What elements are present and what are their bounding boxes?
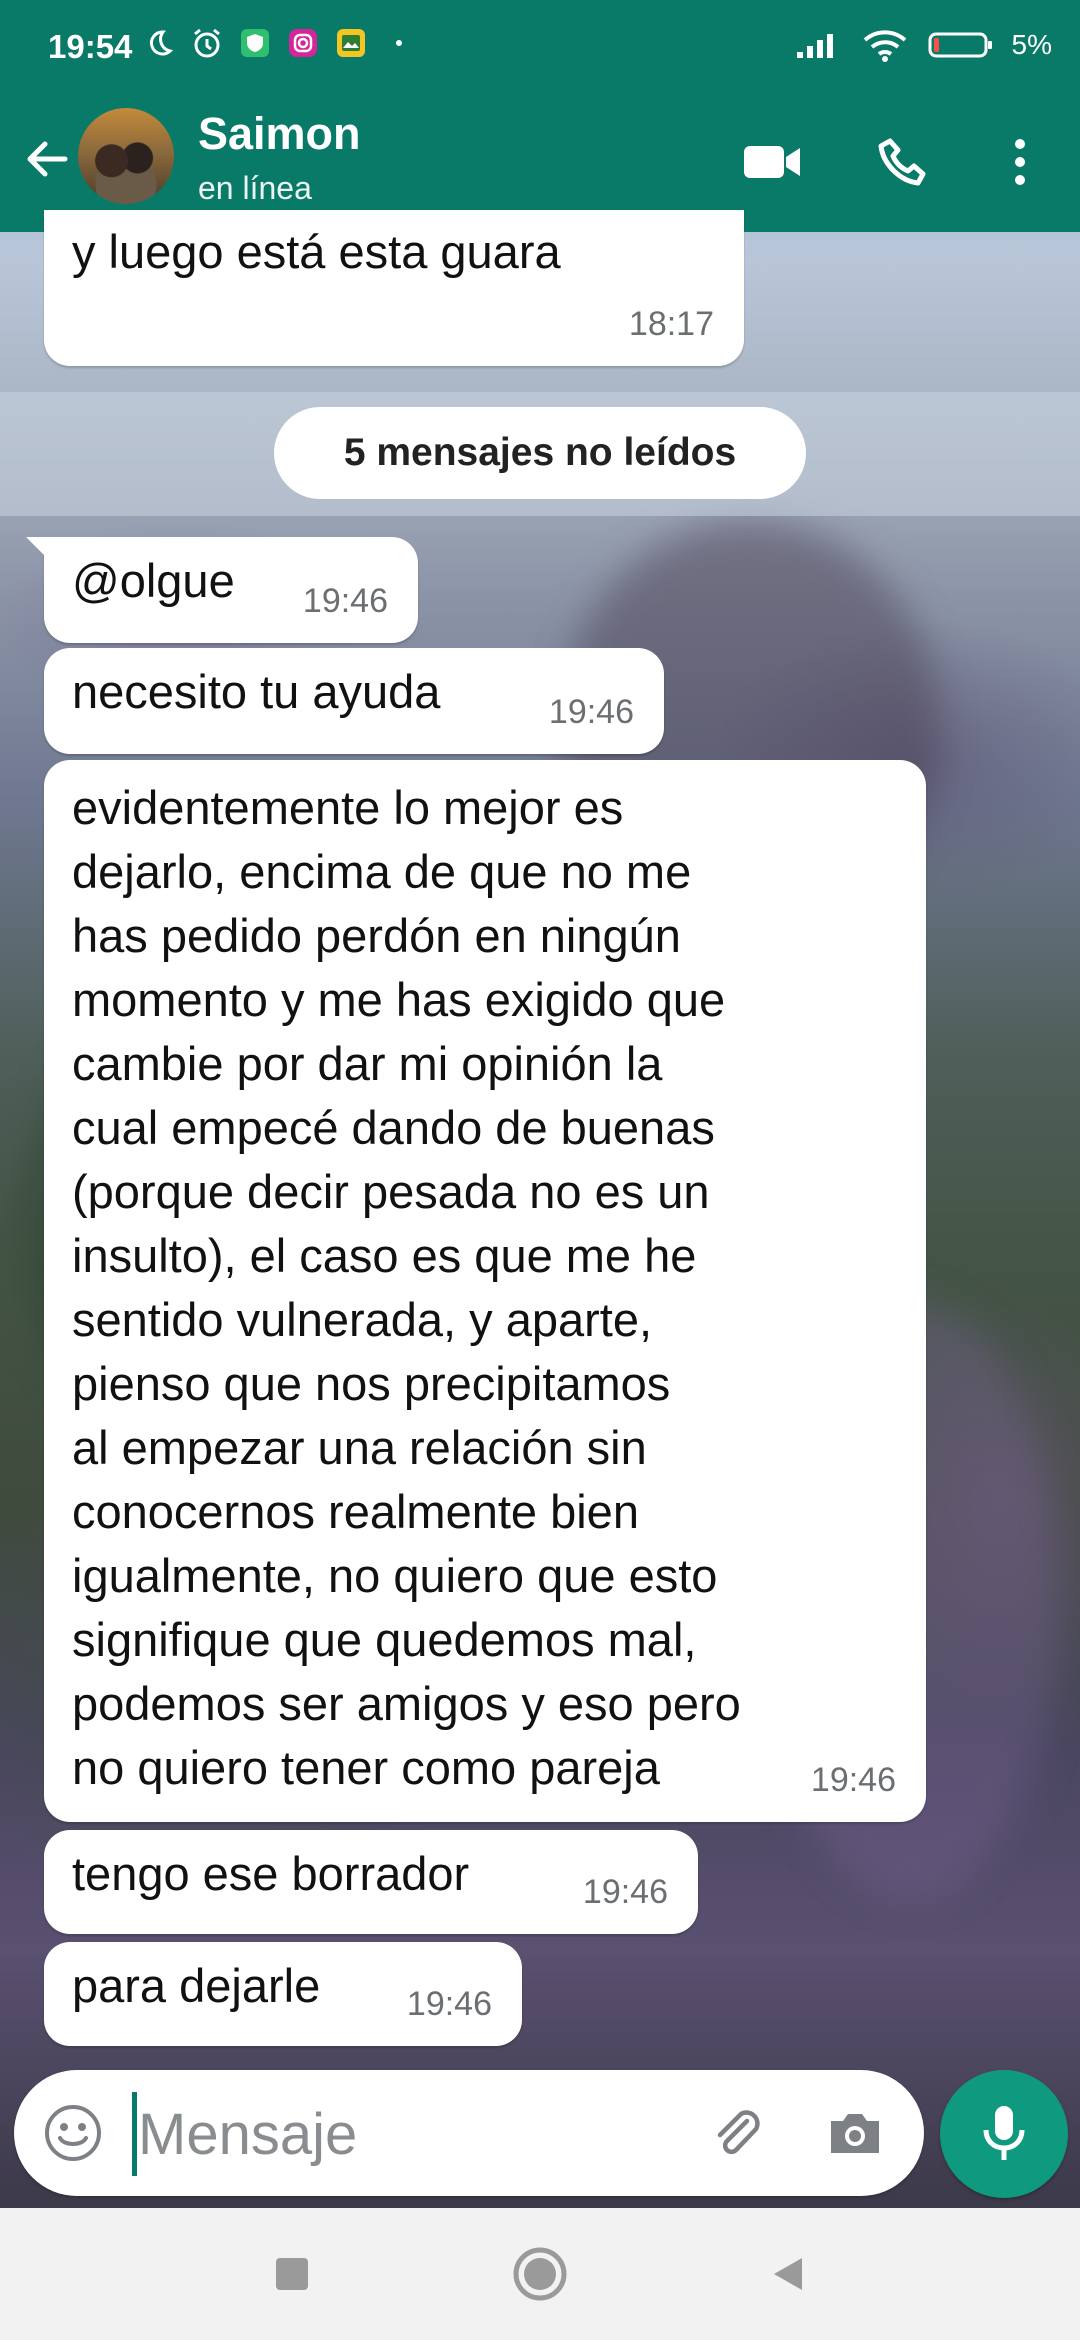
- message-bubble[interactable]: para dejarle 19:46: [44, 1942, 522, 2046]
- attach-icon: [717, 2110, 760, 2155]
- contact-name[interactable]: Saimon: [198, 108, 361, 160]
- message-bubble[interactable]: @olgue 19:46: [26, 537, 418, 643]
- recents-button[interactable]: [256, 2238, 328, 2310]
- back-triangle-icon: [774, 2258, 802, 2290]
- battery-icon: [926, 28, 996, 62]
- message-bubble[interactable]: necesito tu ayuda 19:46: [44, 648, 664, 754]
- battery-percent: 5%: [1011, 29, 1052, 60]
- status-bar: 19:54 5%: [0, 0, 1080, 98]
- phone-icon: [878, 138, 926, 186]
- message-time: 18:17: [628, 305, 714, 343]
- message-time: 19:46: [548, 693, 634, 731]
- message-time: 19:46: [810, 1761, 896, 1799]
- message-input[interactable]: [136, 2090, 700, 2178]
- video-call-button[interactable]: [736, 126, 808, 198]
- camera-icon: [831, 2114, 879, 2153]
- back-button[interactable]: [14, 126, 80, 192]
- voice-message-button[interactable]: [940, 2070, 1068, 2198]
- more-options-button[interactable]: [984, 126, 1056, 198]
- more-vert-icon: [1015, 139, 1025, 185]
- back-arrow-icon: [27, 141, 68, 177]
- message-time: 19:46: [582, 1873, 668, 1911]
- message-text: evidentemente lo mejor es dejarlo, encim…: [72, 781, 741, 1794]
- phone-call-button[interactable]: [866, 126, 938, 198]
- message-time: 19:46: [406, 1985, 492, 2023]
- message-text: y luego está esta guara: [72, 225, 561, 278]
- unread-divider: 5 mensajes no leídos: [274, 407, 806, 499]
- message-composer: [14, 2070, 924, 2196]
- video-call-icon: [744, 146, 800, 178]
- system-nav-bar: [0, 2208, 1080, 2340]
- bubble-tail: [26, 537, 52, 563]
- mic-icon: [983, 2106, 1025, 2160]
- home-button[interactable]: [504, 2238, 576, 2310]
- shield-icon: [238, 26, 272, 60]
- signal-icon: [794, 28, 844, 62]
- moon-icon: [142, 26, 176, 60]
- avatar[interactable]: [78, 108, 174, 204]
- message-bubble[interactable]: y luego está esta guara 18:17: [44, 210, 744, 366]
- camera-button[interactable]: [822, 2100, 888, 2166]
- alarm-icon: [190, 26, 224, 60]
- nav-back-button[interactable]: [752, 2238, 824, 2310]
- message-bubble[interactable]: evidentemente lo mejor es dejarlo, encim…: [44, 760, 926, 1822]
- emoji-icon: [45, 2105, 101, 2161]
- status-time: 19:54: [48, 28, 133, 65]
- home-icon: [513, 2247, 567, 2301]
- message-time: 19:46: [302, 582, 388, 620]
- dot-icon: [382, 26, 416, 60]
- attach-button[interactable]: [704, 2100, 770, 2166]
- gallery-icon: [334, 26, 368, 60]
- wifi-icon: [860, 28, 910, 62]
- emoji-button[interactable]: [40, 2100, 106, 2166]
- instagram-icon: [286, 26, 320, 60]
- contact-status: en línea: [198, 170, 312, 206]
- message-bubble[interactable]: tengo ese borrador 19:46: [44, 1830, 698, 1934]
- recents-icon: [276, 2258, 308, 2290]
